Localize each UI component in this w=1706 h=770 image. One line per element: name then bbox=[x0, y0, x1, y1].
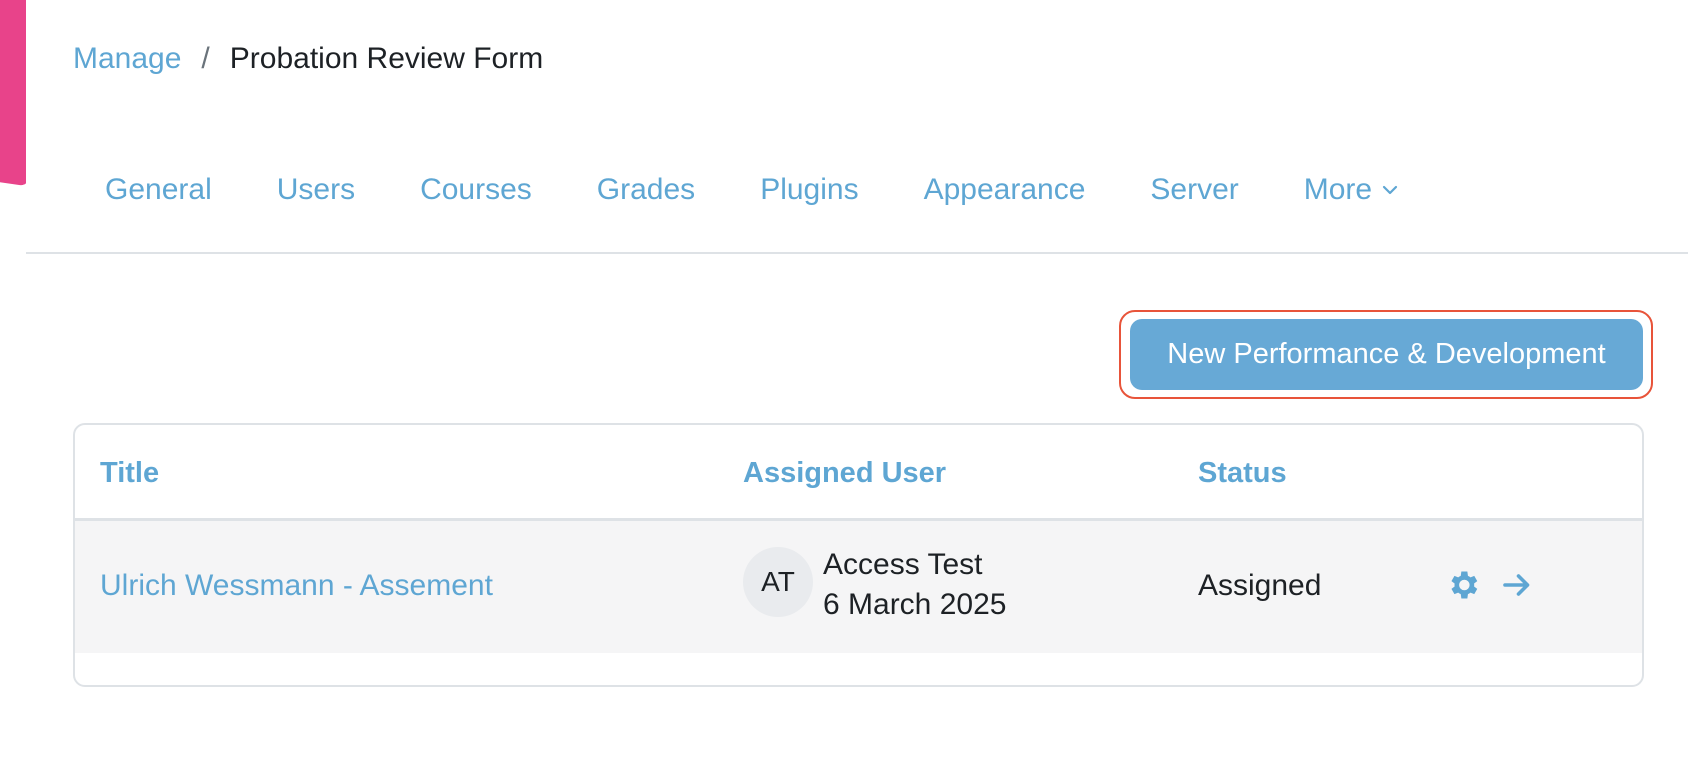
nav-item-users[interactable]: Users bbox=[277, 173, 355, 207]
table-header: Title Assigned User Status bbox=[75, 425, 1642, 521]
breadcrumb-current: Probation Review Form bbox=[229, 42, 544, 75]
arrow-right-icon[interactable] bbox=[1499, 567, 1535, 603]
breadcrumb-separator: / bbox=[201, 42, 210, 75]
column-header-title[interactable]: Title bbox=[100, 457, 159, 490]
nav-item-plugins[interactable]: Plugins bbox=[760, 173, 858, 207]
nav-item-more[interactable]: More bbox=[1304, 173, 1398, 207]
new-performance-development-button[interactable]: New Performance & Development bbox=[1130, 319, 1643, 390]
nav-item-server[interactable]: Server bbox=[1150, 173, 1238, 207]
assigned-user-info: Access Test 6 March 2025 bbox=[823, 545, 1006, 625]
avatar: AT bbox=[743, 547, 813, 617]
assigned-user-name: Access Test bbox=[823, 548, 983, 581]
forms-table: Title Assigned User Status Ulrich Wessma… bbox=[73, 423, 1644, 687]
assigned-date: 6 March 2025 bbox=[823, 588, 1007, 621]
gear-icon[interactable] bbox=[1445, 567, 1481, 603]
table-row: Ulrich Wessmann - Assement AT Access Tes… bbox=[75, 521, 1642, 653]
status-value: Assigned bbox=[1198, 569, 1322, 602]
nav-item-grades[interactable]: Grades bbox=[597, 173, 695, 207]
row-title-link[interactable]: Ulrich Wessmann - Assement bbox=[100, 569, 493, 603]
nav-item-more-label: More bbox=[1303, 173, 1373, 206]
brand-accent-bar bbox=[0, 0, 26, 186]
chevron-down-icon bbox=[1382, 184, 1398, 196]
nav-item-general[interactable]: General bbox=[105, 173, 212, 207]
nav-list: General Users Courses Grades Plugins App… bbox=[26, 150, 1688, 230]
column-header-status[interactable]: Status bbox=[1198, 457, 1287, 490]
breadcrumb: Manage / Probation Review Form bbox=[73, 42, 543, 76]
nav-item-courses[interactable]: Courses bbox=[420, 173, 532, 207]
page: Manage / Probation Review Form General U… bbox=[0, 0, 1706, 770]
breadcrumb-manage-link[interactable]: Manage bbox=[73, 42, 181, 76]
nav-item-appearance[interactable]: Appearance bbox=[924, 173, 1086, 207]
column-header-assigned-user[interactable]: Assigned User bbox=[743, 457, 946, 490]
secondary-navigation: General Users Courses Grades Plugins App… bbox=[26, 150, 1688, 254]
